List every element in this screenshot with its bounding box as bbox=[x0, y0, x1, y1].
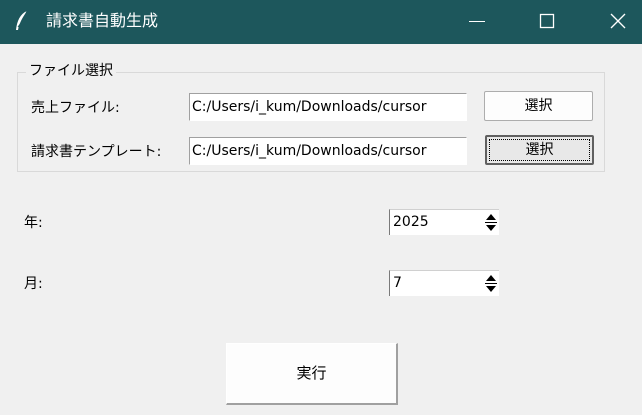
year-label: 年: bbox=[24, 215, 43, 231]
close-button[interactable] bbox=[596, 0, 642, 44]
spin-down-icon bbox=[486, 286, 496, 292]
minimize-button[interactable] bbox=[454, 0, 500, 44]
maximize-button[interactable] bbox=[523, 0, 569, 44]
close-icon bbox=[610, 13, 626, 29]
template-file-select-button[interactable]: 選択 bbox=[485, 135, 594, 165]
sales-file-select-button[interactable]: 選択 bbox=[484, 91, 593, 121]
year-value: 2025 bbox=[393, 214, 429, 230]
window-title: 請求書自動生成 bbox=[46, 11, 159, 30]
focus-ring bbox=[489, 139, 590, 161]
template-file-label: 請求書テンプレート: bbox=[31, 144, 162, 160]
month-spin-arrows[interactable] bbox=[483, 271, 499, 296]
spin-up-icon bbox=[486, 275, 496, 281]
month-value: 7 bbox=[393, 275, 402, 291]
maximize-icon bbox=[539, 13, 555, 29]
month-label: 月: bbox=[24, 276, 43, 292]
spin-down-icon bbox=[486, 225, 496, 231]
spin-up-icon bbox=[486, 214, 496, 220]
month-spinbox[interactable]: 7 bbox=[389, 270, 499, 296]
app-window: 請求書自動生成 ファイル選択 売上ファイル: C:/Users/i_kum/Do… bbox=[0, 0, 642, 415]
run-button[interactable]: 実行 bbox=[226, 343, 398, 405]
file-selection-legend: ファイル選択 bbox=[26, 62, 116, 80]
year-spinbox[interactable]: 2025 bbox=[389, 209, 499, 235]
title-bar[interactable]: 請求書自動生成 bbox=[0, 0, 642, 44]
year-spin-arrows[interactable] bbox=[483, 210, 499, 235]
minimize-icon bbox=[469, 21, 485, 22]
sales-file-label: 売上ファイル: bbox=[31, 100, 120, 116]
template-file-input[interactable]: C:/Users/i_kum/Downloads/cursor bbox=[189, 137, 467, 165]
sales-file-input[interactable]: C:/Users/i_kum/Downloads/cursor bbox=[189, 93, 467, 121]
feather-icon bbox=[14, 10, 30, 32]
